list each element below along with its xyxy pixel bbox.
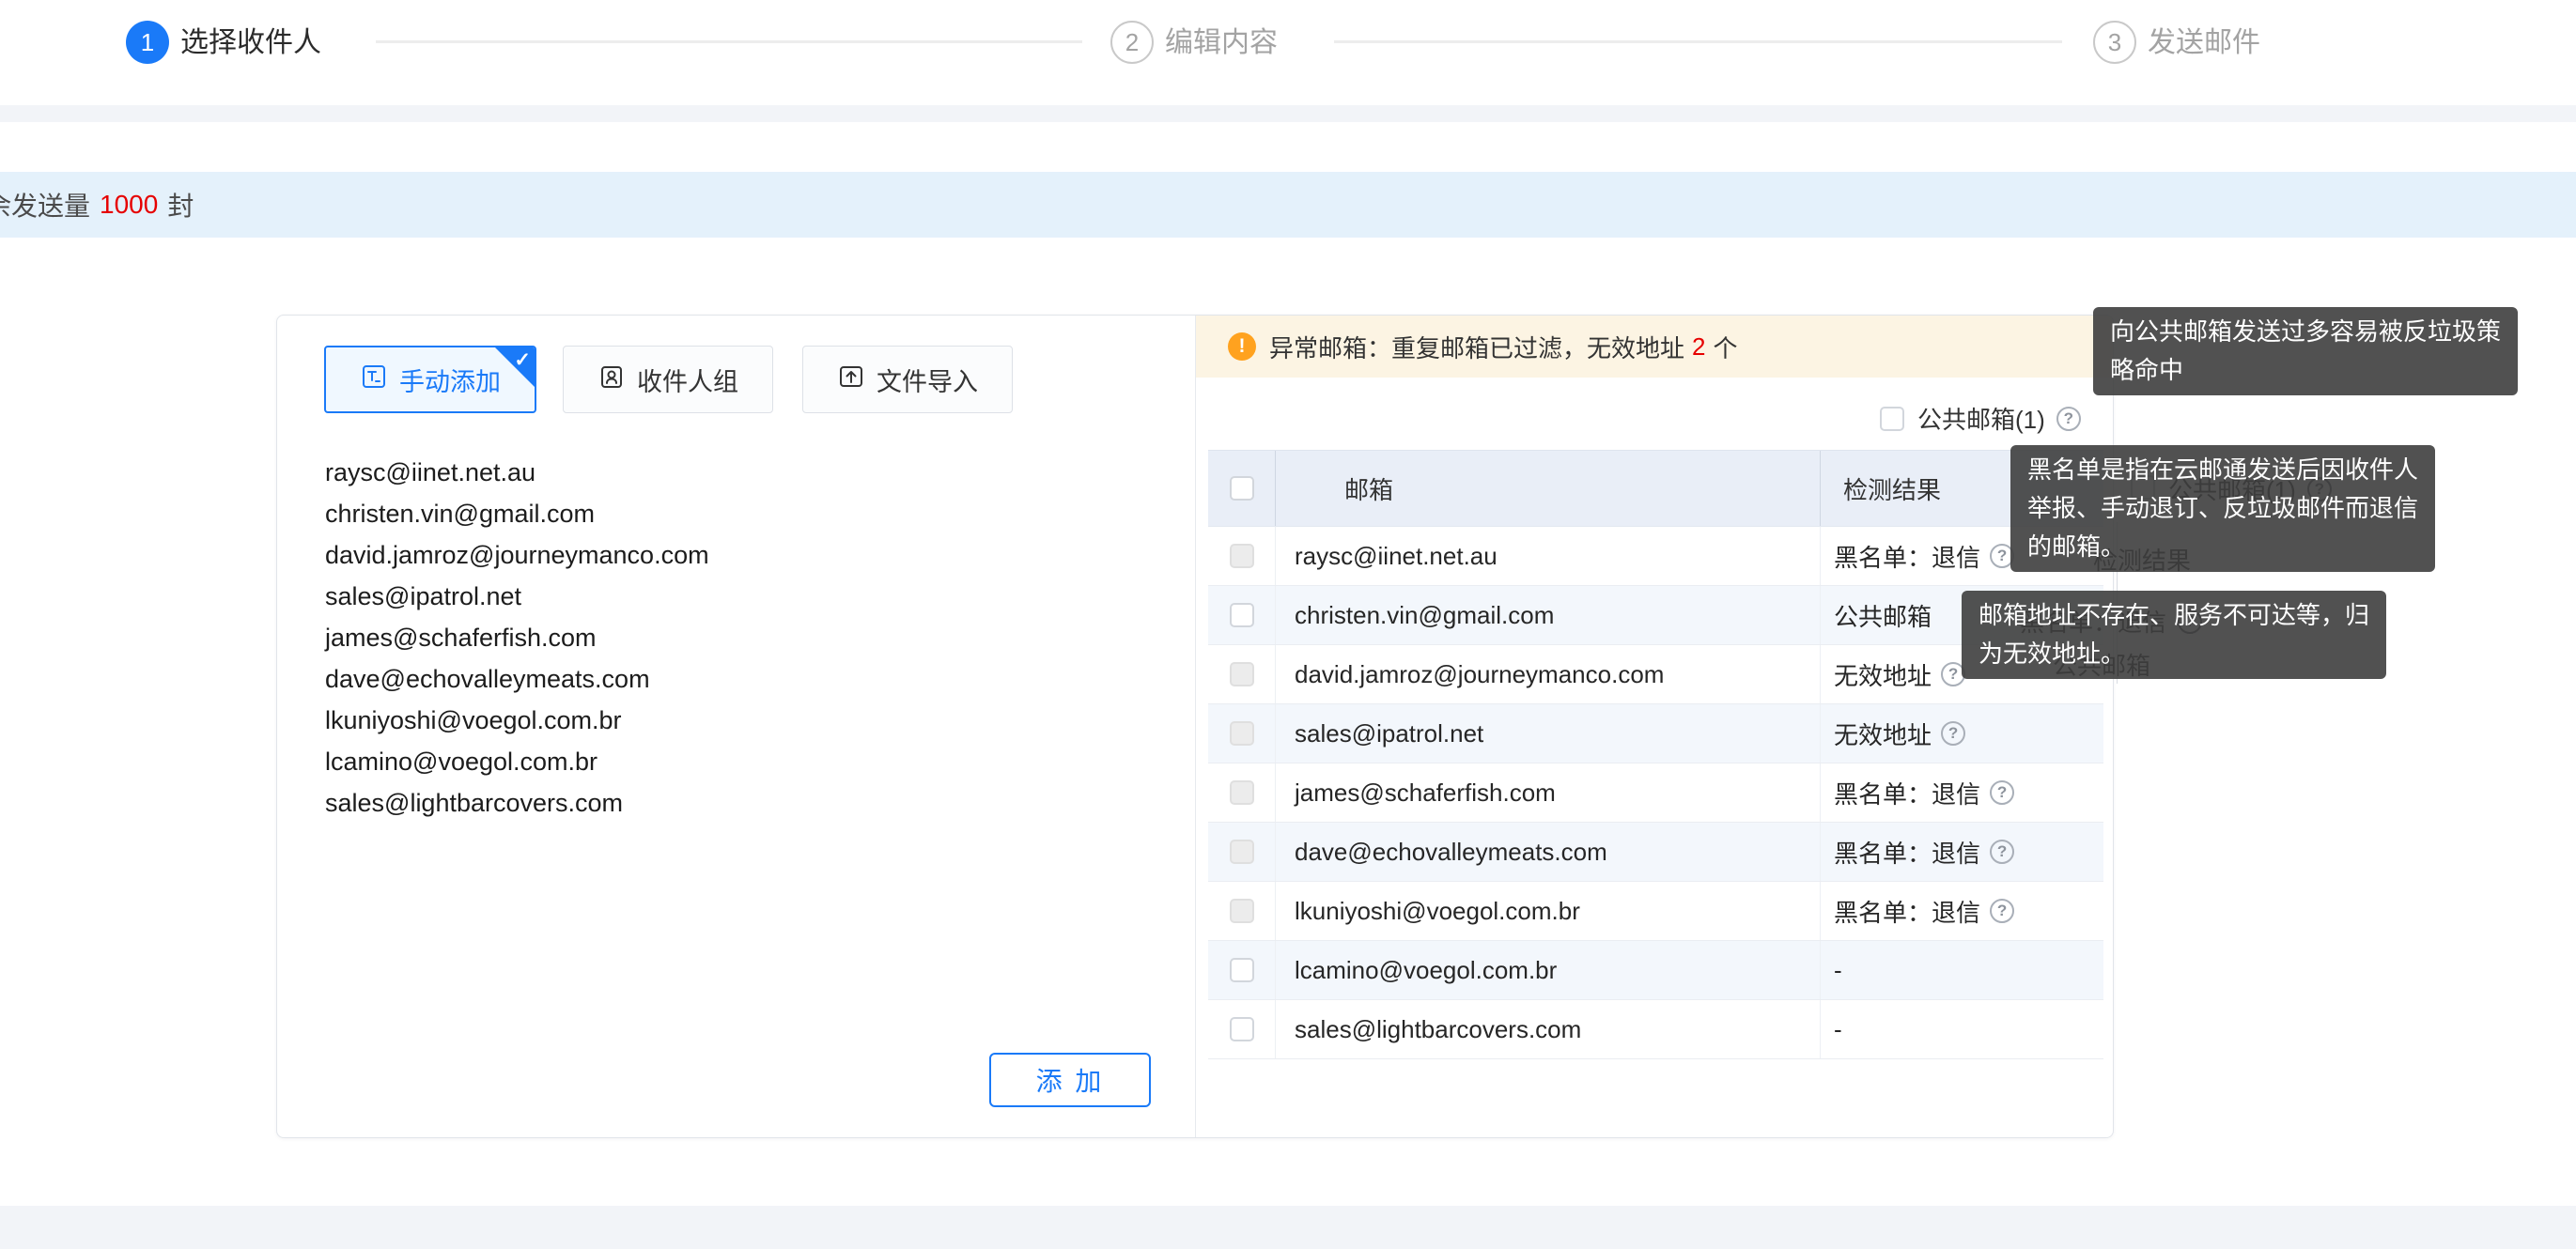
detection-table: 邮箱 检测结果 raysc@iinet.net.au 黑名单：退信? chris…: [1208, 450, 2103, 1059]
header-checkbox-cell: [1208, 451, 1276, 526]
recipient-group-icon: [597, 362, 626, 397]
row-checkbox: [1230, 780, 1254, 805]
row-result: 黑名单：退信: [1834, 539, 1980, 574]
help-icon[interactable]: ?: [1990, 840, 2014, 864]
step-1-label: 选择收件人: [180, 27, 321, 59]
tab-manual-add[interactable]: 手动添加 ✓: [324, 346, 536, 413]
public-mailbox-tooltip: 向公共邮箱发送过多容易被反垃圾策 略命中: [2093, 307, 2518, 395]
email-line: christen.vin@gmail.com: [325, 493, 709, 534]
public-mailbox-filter: 公共邮箱(1) ?: [1880, 401, 2081, 436]
table-row: lkuniyoshi@voegol.com.br 黑名单：退信?: [1208, 882, 2103, 941]
bottom-divider-strip: [0, 1206, 2576, 1249]
row-result: -: [1834, 1015, 1842, 1044]
email-line: sales@ipatrol.net: [325, 576, 709, 617]
row-result: 无效地址: [1834, 657, 1932, 692]
row-checkbox: [1230, 899, 1254, 923]
blacklist-tooltip: 黑名单是指在云邮通发送后因收件人 举报、手动退订、反垃圾邮件而退信 的邮箱。: [2010, 445, 2435, 572]
tab-file-import[interactable]: 文件导入: [802, 346, 1013, 413]
row-checkbox: [1230, 662, 1254, 686]
quota-bar: 剩余发送量 1000 封: [0, 172, 2576, 238]
email-line: raysc@iinet.net.au: [325, 452, 709, 493]
row-email: raysc@iinet.net.au: [1276, 527, 1821, 585]
step-1-circle: 1: [126, 21, 169, 64]
step-3-label: 发送邮件: [2148, 27, 2260, 59]
column-header-email: 邮箱: [1276, 451, 1821, 526]
row-checkbox[interactable]: [1230, 603, 1254, 627]
quota-label: 剩余发送量: [0, 186, 90, 224]
table-row: james@schaferfish.com 黑名单：退信?: [1208, 763, 2103, 823]
row-result: 公共邮箱: [1834, 598, 1932, 633]
email-input-area[interactable]: raysc@iinet.net.au christen.vin@gmail.co…: [325, 452, 709, 824]
quota-unit: 封: [167, 186, 194, 224]
row-result: 无效地址: [1834, 717, 1932, 751]
table-row: lcamino@voegol.com.br -?: [1208, 941, 2103, 1000]
table-row: dave@echovalleymeats.com 黑名单：退信?: [1208, 823, 2103, 882]
email-line: lkuniyoshi@voegol.com.br: [325, 700, 709, 741]
row-email: lcamino@voegol.com.br: [1276, 941, 1821, 999]
help-icon[interactable]: ?: [1990, 899, 2014, 923]
row-checkbox[interactable]: [1230, 1017, 1254, 1041]
step-connector-2: [1334, 40, 2062, 43]
row-email: dave@echovalleymeats.com: [1276, 823, 1821, 881]
warning-count: 2: [1692, 332, 1705, 362]
row-result: -: [1834, 956, 1842, 985]
table-row: sales@ipatrol.net 无效地址?: [1208, 704, 2103, 763]
check-icon: ✓: [514, 348, 531, 372]
tab-recipient-group[interactable]: 收件人组: [563, 346, 773, 413]
public-mailbox-checkbox[interactable]: [1880, 407, 1904, 431]
step-3-circle: 3: [2093, 21, 2136, 64]
detection-result-pane: ! 异常邮箱：重复邮箱已过滤，无效地址 2 个 公共邮箱(1) ? 邮箱 检测结…: [1196, 316, 2113, 1137]
warning-bar: ! 异常邮箱：重复邮箱已过滤，无效地址 2 个: [1196, 316, 2113, 378]
warning-unit: 个: [1713, 330, 1737, 364]
step-1-number: 1: [141, 28, 154, 57]
email-line: dave@echovalleymeats.com: [325, 658, 709, 700]
row-email: james@schaferfish.com: [1276, 763, 1821, 822]
quota-text: 剩余发送量 1000 封: [0, 172, 194, 238]
row-email: christen.vin@gmail.com: [1276, 586, 1821, 644]
tab-recipient-group-label: 收件人组: [637, 362, 738, 398]
file-import-icon: [837, 362, 865, 397]
email-line: james@schaferfish.com: [325, 617, 709, 658]
help-icon[interactable]: ?: [1990, 780, 2014, 805]
select-all-checkbox[interactable]: [1230, 476, 1254, 501]
row-result: 黑名单：退信: [1834, 894, 1980, 929]
row-checkbox[interactable]: [1230, 958, 1254, 982]
row-email: sales@ipatrol.net: [1276, 704, 1821, 763]
public-mailbox-label: 公共邮箱(1): [1917, 401, 2045, 436]
tab-manual-add-label: 手动添加: [399, 362, 501, 398]
top-divider-strip: [0, 105, 2576, 122]
row-result: 黑名单：退信: [1834, 835, 1980, 870]
row-checkbox: [1230, 544, 1254, 568]
email-line: lcamino@voegol.com.br: [325, 741, 709, 782]
recipient-card: 手动添加 ✓ 收件人组 文件导入: [276, 315, 2114, 1138]
recipient-input-pane: 手动添加 ✓ 收件人组 文件导入: [277, 316, 1196, 1137]
row-email: sales@lightbarcovers.com: [1276, 1000, 1821, 1058]
step-2-number: 2: [1125, 28, 1139, 57]
step-2-label: 编辑内容: [1165, 27, 1278, 59]
row-email: lkuniyoshi@voegol.com.br: [1276, 882, 1821, 940]
warning-icon: !: [1228, 332, 1256, 361]
email-line: david.jamroz@journeymanco.com: [325, 534, 709, 576]
help-icon[interactable]: ?: [1941, 721, 1965, 746]
table-row: raysc@iinet.net.au 黑名单：退信?: [1208, 527, 2103, 586]
row-checkbox: [1230, 840, 1254, 864]
add-button[interactable]: 添 加: [989, 1053, 1151, 1107]
manual-add-icon: [360, 362, 388, 397]
invalid-address-tooltip: 邮箱地址不存在、服务不可达等，归 为无效地址。: [1962, 591, 2386, 679]
step-3-number: 3: [2108, 28, 2121, 57]
row-checkbox: [1230, 721, 1254, 746]
tab-file-import-label: 文件导入: [877, 362, 978, 398]
step-2-circle: 2: [1110, 21, 1154, 64]
email-line: sales@lightbarcovers.com: [325, 782, 709, 824]
quota-value: 1000: [100, 190, 158, 220]
row-email: david.jamroz@journeymanco.com: [1276, 645, 1821, 703]
public-mailbox-help-icon[interactable]: ?: [2056, 407, 2081, 431]
warning-text: 异常邮箱：重复邮箱已过滤，无效地址: [1269, 330, 1684, 364]
step-connector-1: [376, 40, 1082, 43]
table-row: sales@lightbarcovers.com -?: [1208, 1000, 2103, 1059]
table-header-row: 邮箱 检测结果: [1208, 450, 2103, 527]
row-result: 黑名单：退信: [1834, 776, 1980, 810]
